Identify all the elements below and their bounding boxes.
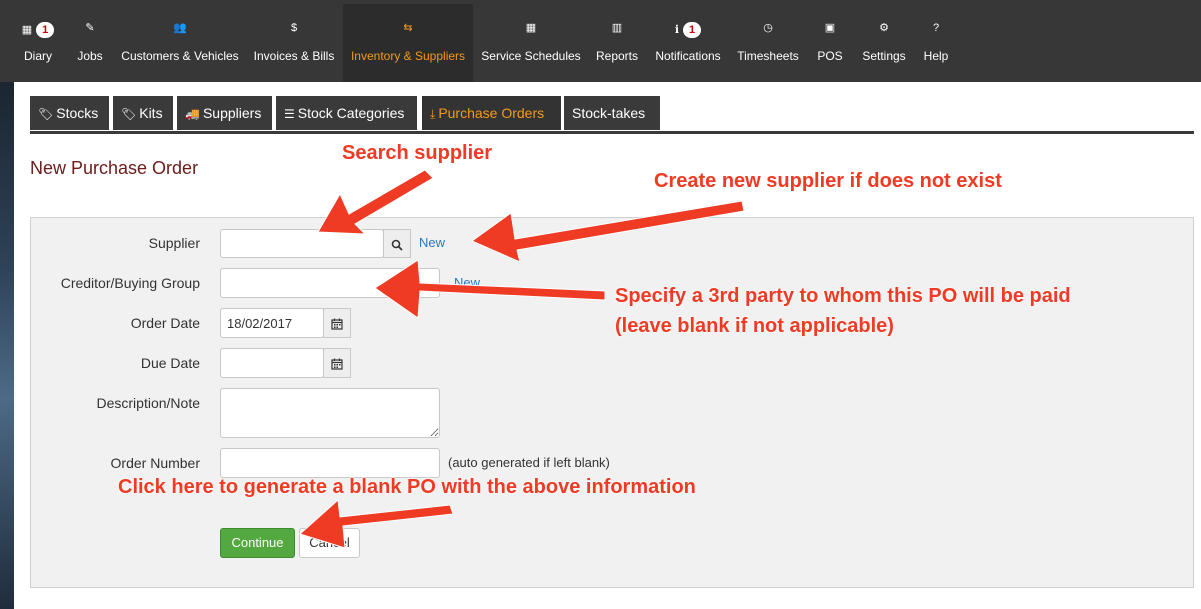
nav-inventory-suppliers[interactable]: ⇆ Inventory & Suppliers bbox=[343, 4, 473, 82]
calendar-icon: ▦ bbox=[525, 22, 537, 34]
list-icon: ☰ bbox=[284, 107, 295, 121]
nav-timesheets[interactable]: ◷ Timesheets bbox=[732, 4, 804, 82]
wrench-icon: ✎ bbox=[85, 22, 95, 34]
supplier-label: Supplier bbox=[148, 235, 200, 251]
diary-badge: 1 bbox=[36, 22, 55, 38]
tab-label: Kits bbox=[139, 105, 163, 121]
top-navigation: ▦ 1 Diary ✎ Jobs 👥 Customers & Vehicles $… bbox=[0, 0, 1201, 82]
annotation-search-supplier: Search supplier bbox=[342, 142, 493, 164]
nav-label: Settings bbox=[862, 49, 906, 63]
tag-icon: 🏷 bbox=[121, 107, 137, 121]
calendar-icon bbox=[331, 318, 343, 330]
annotation-generate-po: Click here to generate a blank PO with t… bbox=[118, 476, 696, 498]
nav-label: POS bbox=[817, 49, 843, 63]
gears-icon: ⚙ bbox=[879, 22, 889, 34]
continue-button[interactable]: Continue bbox=[220, 528, 295, 558]
order-date-input[interactable] bbox=[220, 308, 324, 338]
order-number-help: (auto generated if left blank) bbox=[448, 455, 610, 470]
nav-label: Invoices & Bills bbox=[253, 49, 335, 63]
tab-underline bbox=[30, 131, 1194, 134]
tag-icon: 🏷 bbox=[38, 107, 54, 121]
nav-label: Notifications bbox=[655, 49, 721, 63]
nav-notifications[interactable]: ℹ1 Notifications bbox=[650, 4, 726, 82]
tab-stock-categories[interactable]: ☰ Stock Categories bbox=[276, 96, 417, 130]
tab-stocks[interactable]: 🏷 Stocks bbox=[30, 96, 109, 130]
tab-purchase-orders[interactable]: ⤓ Purchase Orders bbox=[422, 96, 561, 130]
creditor-select[interactable] bbox=[220, 268, 440, 298]
calendar-icon: ▦ bbox=[21, 23, 33, 36]
nav-settings[interactable]: ⚙ Settings bbox=[856, 4, 912, 82]
nav-label: Customers & Vehicles bbox=[121, 49, 239, 63]
tab-stock-takes[interactable]: Stock-takes bbox=[564, 96, 660, 130]
truck-icon: 🚚 bbox=[185, 107, 200, 121]
tab-suppliers[interactable]: 🚚 Suppliers bbox=[177, 96, 272, 130]
background-edge bbox=[0, 82, 14, 609]
nav-invoices-bills[interactable]: $ Invoices & Bills bbox=[248, 4, 340, 82]
tab-label: Stock-takes bbox=[572, 105, 646, 121]
exchange-icon: ⇆ bbox=[403, 22, 413, 34]
purchase-order-form bbox=[30, 217, 1194, 588]
order-date-calendar-button[interactable] bbox=[323, 308, 351, 338]
tab-label: Stocks bbox=[56, 105, 99, 121]
due-date-label: Due Date bbox=[140, 355, 200, 371]
dollar-icon: $ bbox=[290, 22, 298, 34]
info-icon: ℹ bbox=[674, 23, 680, 36]
bar-chart-icon: ▥ bbox=[611, 22, 623, 34]
pos-icon: ▣ bbox=[824, 22, 836, 34]
annotation-third-party-line1: Specify a 3rd party to whom this PO will… bbox=[615, 285, 1071, 307]
nav-reports[interactable]: ▥ Reports bbox=[590, 4, 644, 82]
due-date-input[interactable] bbox=[220, 348, 324, 378]
description-label: Description/Note bbox=[96, 395, 201, 411]
due-date-calendar-button[interactable] bbox=[323, 348, 351, 378]
question-icon: ? bbox=[932, 22, 940, 34]
nav-label: Jobs bbox=[77, 49, 103, 63]
nav-label: Help bbox=[923, 49, 949, 63]
nav-pos[interactable]: ▣ POS bbox=[812, 4, 848, 82]
search-button[interactable] bbox=[383, 229, 411, 258]
nav-help[interactable]: ? Help bbox=[918, 4, 954, 82]
nav-label: Inventory & Suppliers bbox=[350, 49, 466, 63]
new-creditor-link[interactable]: New bbox=[454, 275, 480, 290]
clock-icon: ◷ bbox=[763, 22, 773, 34]
annotation-create-supplier: Create new supplier if does not exist bbox=[654, 170, 1002, 192]
cancel-button[interactable]: Cancel bbox=[299, 528, 360, 558]
description-textarea[interactable] bbox=[220, 388, 440, 438]
nav-label: Reports bbox=[595, 49, 639, 63]
download-icon: ⤓ bbox=[430, 107, 436, 121]
nav-customers-vehicles[interactable]: 👥 Customers & Vehicles bbox=[116, 4, 244, 82]
notifications-badge: 1 bbox=[683, 22, 702, 38]
nav-diary[interactable]: ▦ 1 Diary bbox=[14, 4, 62, 82]
order-date-label: Order Date bbox=[130, 315, 200, 331]
new-supplier-link[interactable]: New bbox=[419, 235, 445, 250]
supplier-search-input[interactable] bbox=[220, 229, 384, 258]
tab-kits[interactable]: 🏷 Kits bbox=[113, 96, 173, 130]
calendar-icon bbox=[331, 358, 343, 370]
creditor-label: Creditor/Buying Group bbox=[60, 275, 200, 291]
search-icon bbox=[391, 239, 403, 251]
nav-label: Service Schedules bbox=[481, 49, 581, 63]
nav-service-schedules[interactable]: ▦ Service Schedules bbox=[476, 4, 586, 82]
tab-label: Suppliers bbox=[202, 105, 262, 121]
page-title: New Purchase Order bbox=[30, 158, 199, 178]
nav-label: Timesheets bbox=[737, 49, 799, 63]
order-number-label: Order Number bbox=[110, 455, 200, 471]
nav-label: Diary bbox=[23, 49, 52, 63]
order-number-input[interactable] bbox=[220, 448, 440, 478]
nav-jobs[interactable]: ✎ Jobs bbox=[70, 4, 110, 82]
tab-label: Stock Categories bbox=[297, 105, 405, 121]
users-icon: 👥 bbox=[173, 22, 187, 34]
tab-label: Purchase Orders bbox=[438, 105, 545, 121]
annotation-third-party-line2: (leave blank if not applicable) bbox=[615, 315, 894, 337]
